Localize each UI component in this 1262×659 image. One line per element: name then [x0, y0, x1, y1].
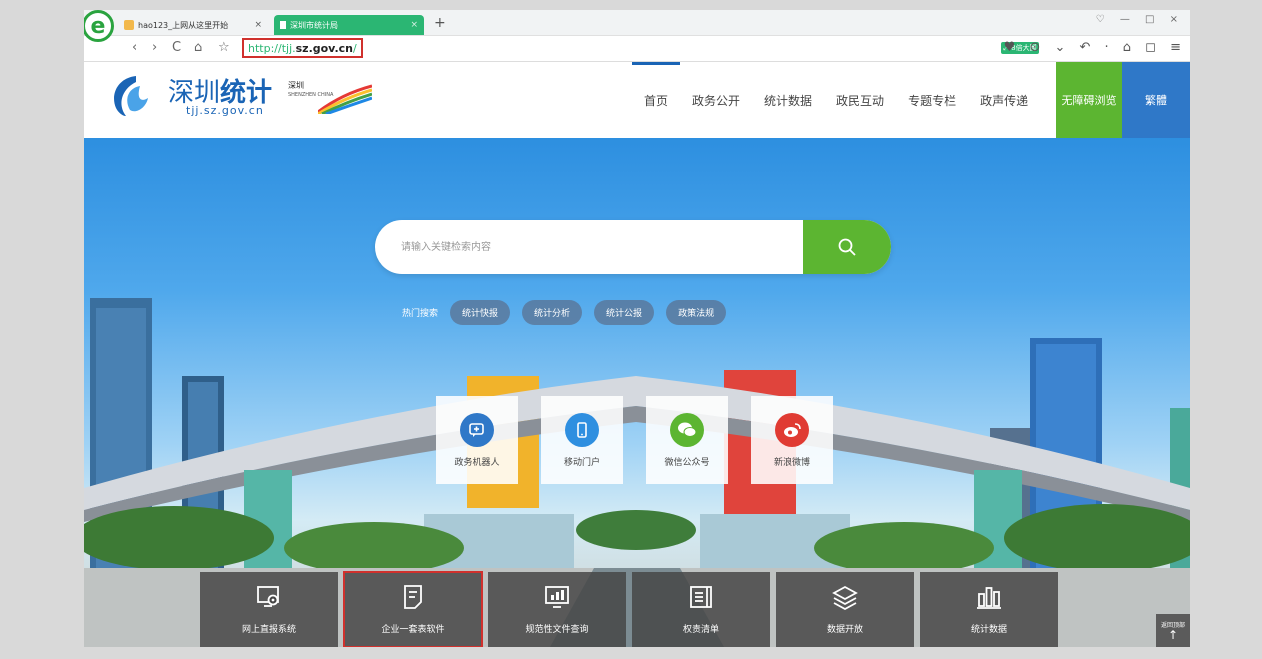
nav-item-interaction[interactable]: 政民互动	[824, 62, 896, 138]
nav-item-gov-affairs[interactable]: 政务公开	[680, 62, 752, 138]
bar-chart-icon	[977, 587, 1001, 609]
service-label: 权责清单	[682, 625, 719, 635]
bookmark-star-icon[interactable]: ☆	[218, 40, 230, 55]
hao123-favicon-icon	[124, 20, 134, 30]
app-mobile-portal[interactable]: 移动门户	[541, 396, 623, 484]
city-logo-title: 深圳	[288, 81, 304, 90]
accessibility-button[interactable]: 无障碍浏览	[1056, 62, 1122, 138]
up-arrow-icon: ↑	[1167, 628, 1179, 642]
window-controls[interactable]: ♡ — □ ×	[1096, 14, 1184, 25]
layers-icon	[832, 585, 858, 610]
tab-tjj[interactable]: 深圳市统计局 ×	[274, 15, 424, 35]
service-stats-data[interactable]: 统计数据	[920, 572, 1058, 647]
hot-search-label: 热门搜索	[402, 309, 439, 319]
weibo-icon	[775, 412, 809, 447]
chart-screen-icon	[545, 586, 569, 608]
service-online-report[interactable]: 网上直报系统	[200, 572, 338, 647]
hot-search: 热门搜索 统计快报 统计分析 统计公报 政策法规	[402, 300, 727, 325]
nav-item-home[interactable]: 首页	[632, 62, 681, 138]
search-icon	[838, 238, 856, 256]
url-host: sz.gov.cn	[295, 41, 353, 55]
hero-banner: 热门搜索 统计快报 统计分析 统计公报 政策法规 政务机器人 移动门户	[84, 138, 1190, 647]
app-shortcuts: 政务机器人 移动门户 微信公众号 新浪微博	[436, 396, 833, 484]
hot-tag-stats-analysis[interactable]: 统计分析	[522, 300, 583, 325]
site-header: 深圳统计 tjj.sz.gov.cn 深圳 SHENZHEN CHINA 首页 …	[84, 62, 1190, 138]
app-wechat[interactable]: 微信公众号	[646, 396, 728, 484]
back-to-top-button[interactable]: 返回顶部 ↑	[1156, 614, 1190, 647]
tab-title: 深圳市统计局	[290, 20, 338, 30]
hot-tag-stats-bulletin[interactable]: 统计公报	[594, 300, 655, 325]
tjj-logo-icon[interactable]	[106, 72, 154, 120]
page-favicon-icon	[280, 21, 286, 29]
hot-tag-stats-flash[interactable]: 统计快报	[450, 300, 511, 325]
service-label: 数据开放	[826, 625, 863, 635]
mobile-icon	[565, 412, 599, 447]
tab-hao123[interactable]: hao123_上网从这里开始 ×	[118, 15, 268, 35]
report-gear-icon	[257, 586, 279, 607]
rainbow-swoosh-icon	[318, 84, 372, 114]
app-label: 新浪微博	[773, 457, 810, 468]
search-box	[375, 220, 891, 274]
address-bar: ‹ › C ⌂ ☆ http://tjj. sz.gov.cn / ⤢ 8倍大圖 ♥…	[84, 36, 1190, 62]
service-label: 规范性文件查询	[525, 625, 589, 635]
tab-close-icon[interactable]: ×	[410, 20, 418, 30]
nav-item-topics[interactable]: 专题专栏	[896, 62, 968, 138]
app-weibo[interactable]: 新浪微博	[751, 396, 833, 484]
main-nav: 首页 政务公开 统计数据 政民互动 专题专栏 政声传递	[632, 62, 1040, 138]
home-button[interactable]: ⌂	[194, 40, 202, 55]
forward-button[interactable]: ›	[152, 40, 157, 55]
search-input[interactable]	[375, 220, 803, 274]
logo-domain: tjj.sz.gov.cn	[186, 104, 264, 117]
nav-item-voice[interactable]: 政声传递	[968, 62, 1040, 138]
tab-bar: e hao123_上网从这里开始 × 深圳市统计局 × + ♡ — □ ×	[84, 10, 1190, 42]
url-prefix: http://tjj.	[248, 41, 296, 55]
browser-window: e hao123_上网从这里开始 × 深圳市统计局 × + ♡ — □ × ‹ …	[84, 10, 1190, 647]
shenzhen-civic-center-image	[84, 298, 1190, 647]
service-normative-docs[interactable]: 规范性文件查询	[488, 572, 626, 647]
list-icon	[690, 586, 712, 608]
service-responsibility-list[interactable]: 权责清单	[632, 572, 770, 647]
search-button[interactable]	[803, 220, 891, 274]
app-label: 微信公众号	[664, 457, 710, 468]
url-suffix: /	[353, 41, 357, 55]
new-tab-button[interactable]: +	[434, 15, 446, 31]
app-gov-robot[interactable]: 政务机器人	[436, 396, 518, 484]
tab-close-icon[interactable]: ×	[254, 20, 262, 30]
shenzhen-city-logo: 深圳 SHENZHEN CHINA	[288, 80, 372, 118]
app-label: 政务机器人	[454, 457, 500, 468]
back-button[interactable]: ‹	[132, 40, 137, 55]
tab-title: hao123_上网从这里开始	[138, 20, 229, 30]
wechat-icon	[670, 412, 704, 447]
hot-tag-policy[interactable]: 政策法规	[666, 300, 727, 325]
url-field[interactable]: http://tjj. sz.gov.cn /	[242, 38, 363, 58]
document-icon	[404, 585, 422, 609]
service-label: 企业一套表软件	[381, 625, 445, 635]
service-label: 统计数据	[970, 625, 1007, 635]
nav-item-stats-data[interactable]: 统计数据	[752, 62, 824, 138]
traditional-chinese-button[interactable]: 繁體	[1122, 62, 1190, 138]
reload-button[interactable]: C	[172, 40, 181, 55]
service-label: 网上直报系统	[241, 625, 296, 635]
browser-toolbar-icons[interactable]: ♥ ⊙ ⌄ ↶ · ⌂ ◻ ≡	[1004, 40, 1186, 55]
service-open-data[interactable]: 数据开放	[776, 572, 914, 647]
service-enterprise-software[interactable]: 企业一套表软件	[343, 571, 483, 647]
service-bar: 网上直报系统 企业一套表软件 规范性文件查询 权责清单 数据开放 统计数据	[200, 571, 1058, 647]
app-label: 移动门户	[563, 457, 600, 468]
robot-chat-icon	[460, 412, 494, 447]
